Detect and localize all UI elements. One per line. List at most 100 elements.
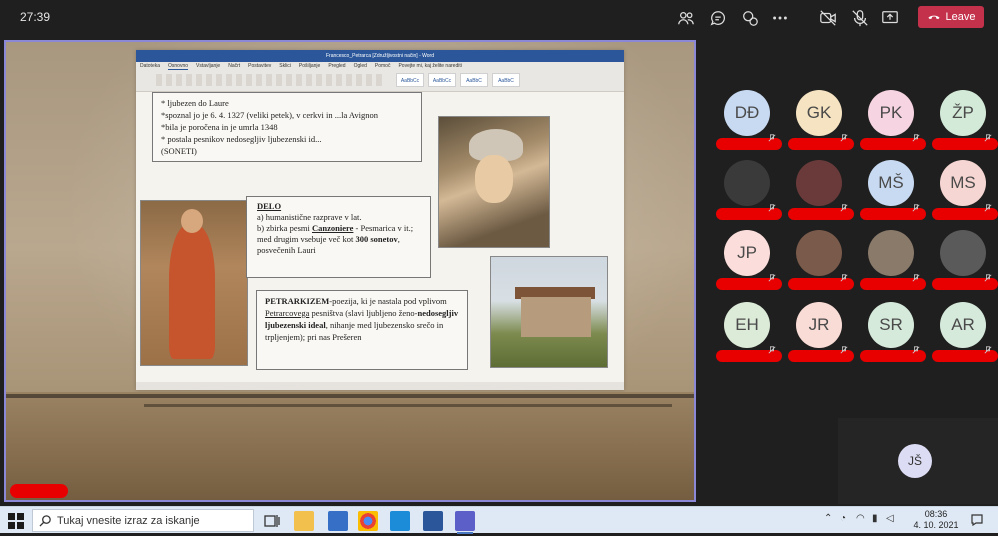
word-icon[interactable] [423,511,443,531]
clock-date: 4. 10. 2021 [913,520,959,530]
participants-icon[interactable] [676,8,696,28]
chrome-icon[interactable] [358,511,378,531]
delo-heading: DELO [257,201,282,211]
participant-tile[interactable]: GK [788,90,854,156]
muted-mic-icon [768,204,776,212]
participant-avatar [868,230,914,276]
ribbon-tab: Datoteka [140,63,161,69]
box1-line: * postala pesnikov nedosegljiv ljubezens… [161,134,322,144]
wifi-icon[interactable]: ◠ [856,513,865,524]
muted-mic-icon [840,346,848,354]
petrarkizem-heading: PETRARKIZEM [265,296,330,306]
petrarkizem-text: -poezija, ki je nastala pod vplivom [329,296,447,306]
chat-icon[interactable] [708,8,728,28]
notifications-icon[interactable] [970,513,984,527]
muted-mic-icon [840,134,848,142]
word-ribbon: Francesco_Petrarca [Združljivostni način… [136,50,624,92]
projector-screen-bottom [6,392,694,500]
ribbon-tab: Vstavljanje [196,63,221,69]
document-page: * ljubezen do Laure *spoznal jo je 6. 4.… [136,92,624,382]
participant-tile[interactable] [788,160,854,226]
participant-avatar: PK [868,90,914,136]
ribbon-tab: Pomoč [374,63,391,69]
participant-tile[interactable]: MS [932,160,998,226]
main-video-feed: Francesco_Petrarca [Združljivostni način… [4,40,696,502]
participant-tile[interactable]: MŠ [860,160,926,226]
network-icon[interactable]: ◔ [840,513,846,524]
ribbon-tab: Povejte mi, kaj želite narediti [398,63,462,69]
volume-icon[interactable]: ◁ [886,513,894,524]
participant-tile[interactable]: PK [860,90,926,156]
box1-line: * ljubezen do Laure [161,98,229,108]
laura-text-box: * ljubezen do Laure *spoznal jo je 6. 4.… [152,92,422,162]
word-statusbar [136,382,624,390]
participant-tile[interactable]: JP [716,230,782,296]
file-explorer-icon[interactable] [294,511,314,531]
petrarca-portrait [140,200,248,366]
meeting-timer: 27:39 [20,10,51,24]
muted-mic-icon [912,274,920,282]
whiteboard-app-icon[interactable] [328,511,348,531]
share-screen-icon[interactable] [880,8,900,28]
muted-mic-icon [768,134,776,142]
taskbar-search-box[interactable]: Tukaj vnesite izraz za iskanje [32,509,254,532]
ribbon-tab: Osnovno [168,63,189,70]
leave-button[interactable]: Leave [918,6,984,28]
muted-mic-icon [768,346,776,354]
muted-mic-icon [840,204,848,212]
muted-mic-icon [912,204,920,212]
self-view-panel[interactable]: JŠ [838,418,998,504]
participant-tile[interactable]: JR [788,302,854,368]
participant-tile[interactable] [932,230,998,296]
redaction-mark [10,484,68,498]
screen-rail [6,394,694,398]
ribbon-tab: Sklici [279,63,291,69]
ribbon-tab: Postavitev [248,63,272,69]
muted-mic-icon [984,204,992,212]
ribbon-tab: Pregled [328,63,346,69]
muted-mic-icon [984,134,992,142]
taskbar-clock[interactable]: 08:36 4. 10. 2021 [910,509,962,531]
participant-tile[interactable]: ŽP [932,90,998,156]
participant-avatar [796,160,842,206]
petrarkizem-text-box: PETRARKIZEM-poezija, ki je nastala pod v… [256,290,468,370]
meeting-toolbar: 27:39 Leave [0,0,998,36]
participant-tile[interactable] [716,160,782,226]
muted-mic-icon [768,274,776,282]
participant-tile[interactable]: DĐ [716,90,782,156]
task-view-icon[interactable] [262,511,282,531]
clock-time: 08:36 [924,509,948,519]
show-hidden-icons-icon[interactable]: ⌃ [824,513,832,524]
leave-label: Leave [945,11,976,23]
battery-icon[interactable]: ▮ [872,513,878,524]
muted-mic-icon [912,134,920,142]
participant-tile[interactable]: SR [860,302,926,368]
muted-mic-icon [840,274,848,282]
reactions-icon[interactable] [740,8,760,28]
teams-icon[interactable] [455,511,475,534]
mic-off-icon[interactable] [850,8,870,28]
participant-avatar: GK [796,90,842,136]
participant-avatar [940,230,986,276]
ribbon-tab: Ogled [353,63,367,69]
participant-tile[interactable]: AR [932,302,998,368]
windows-start-icon[interactable] [8,513,24,529]
participant-avatar: MŠ [868,160,914,206]
portrait-head [181,209,203,233]
participant-avatar [724,160,770,206]
projected-slide: Francesco_Petrarca [Združljivostni način… [136,50,624,390]
participant-tile[interactable] [788,230,854,296]
petrarkizem-text: pesništva (slavi ljubljeno ženo- [309,308,418,318]
participant-tile[interactable]: EH [716,302,782,368]
more-options-icon[interactable] [770,8,790,28]
petrarca-name: Petrarcovega [265,308,310,318]
store-app-icon[interactable] [390,511,410,531]
muted-mic-icon [984,346,992,354]
participant-tile[interactable] [860,230,926,296]
participant-avatar: ŽP [940,90,986,136]
sonnets-count: 300 sonetov [355,234,398,244]
style-sample: AaBbC [460,73,488,87]
laura-portrait [438,116,550,248]
delo-line-a: a) humanistične razprave v lat. [257,212,362,222]
camera-off-icon[interactable] [818,8,838,28]
